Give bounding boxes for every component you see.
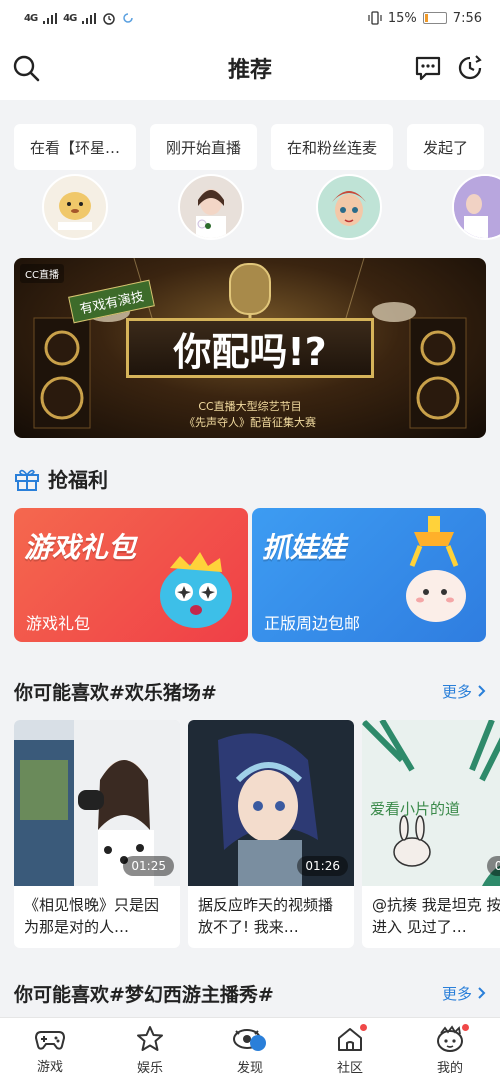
- signal-indicator-2: 4G: [63, 12, 77, 24]
- signal-bars-icon: [82, 12, 97, 24]
- more-label: 更多: [441, 682, 472, 701]
- tab-entertainment-label: 娱乐: [136, 1061, 163, 1076]
- chip-watching[interactable]: 在看【环星…: [14, 124, 137, 170]
- avatar-row: [0, 172, 500, 242]
- video-card[interactable]: 爱看小片的道 01: @抗揍 我是坦克 按F进入 见过了…: [362, 720, 500, 948]
- live-status-chips: 在看【环星… 刚开始直播 在和粉丝连麦 发起了: [14, 124, 500, 172]
- gamepad-icon: [35, 1031, 65, 1050]
- vibrate-icon: [368, 11, 382, 25]
- banner-headline: 你配吗!?: [126, 318, 374, 378]
- tab-discover-label: 发现: [236, 1061, 263, 1076]
- alarm-icon: [103, 13, 116, 25]
- app-header: 推荐: [0, 36, 500, 100]
- chevron-right-icon: [478, 685, 486, 697]
- history-button[interactable]: [454, 52, 486, 84]
- status-left: 4G 4G: [24, 11, 134, 25]
- video-card[interactable]: 01:25 《相见恨晚》只是因为那是对的人…: [14, 720, 180, 948]
- video-list-row-1: 01:25 《相见恨晚》只是因为那是对的人… 01:26 据反应昨天的视频播放不…: [14, 720, 500, 948]
- search-icon: [13, 55, 40, 82]
- recommend-row-1-header: 你可能喜欢#欢乐猪场# 更多: [14, 676, 486, 706]
- video-duration: 01:25: [123, 856, 174, 876]
- chip-initiated[interactable]: 发起了: [407, 124, 485, 170]
- tab-game-label: 游戏: [36, 1060, 63, 1075]
- video-caption: 据反应昨天的视频播放不了! 我来…: [198, 896, 334, 936]
- claw-machine-card-title: 抓娃娃: [262, 531, 347, 564]
- battery-level: [424, 14, 429, 22]
- banner-logo: CC直播: [20, 264, 64, 283]
- status-bar: 4G 4G 15% 7:56: [0, 0, 500, 36]
- gift-icon: [15, 469, 39, 491]
- message-icon: [415, 56, 441, 81]
- promo-banner[interactable]: CC直播 有戏有演技 你配吗!? CC直播大型综艺节目 《先声夺人》配音征集大赛: [14, 258, 486, 438]
- recommend-row-2-header: 你可能喜欢#梦幻西游主播秀# 更多: [14, 978, 486, 1008]
- status-right: 15% 7:56: [368, 11, 482, 26]
- recommend-row-1-title: 你可能喜欢#欢乐猪场#: [14, 681, 217, 704]
- tab-community[interactable]: 社区: [300, 1018, 400, 1083]
- claw-machine-card[interactable]: 抓娃娃 正版周边包邮: [252, 508, 486, 642]
- mascot-icon: [160, 552, 232, 628]
- tab-discover[interactable]: 发现: [200, 1018, 300, 1083]
- chip-linking-fans[interactable]: 在和粉丝连麦: [271, 124, 394, 170]
- bride-avatar-icon: [196, 189, 226, 238]
- avatar[interactable]: [452, 174, 500, 240]
- more-label: 更多: [441, 984, 472, 1003]
- thumbnail-overlay-text: 爱看小片的道: [370, 800, 461, 818]
- game-gift-card[interactable]: 游戏礼包 游戏礼包: [14, 508, 248, 642]
- dog-avatar-icon: [58, 192, 92, 230]
- history-clock-icon: [458, 55, 482, 80]
- notification-badge: [462, 1024, 469, 1031]
- banner-subtitle-1: CC直播大型综艺节目: [198, 400, 302, 413]
- chevron-right-icon: [478, 987, 486, 999]
- bottom-tab-bar: 游戏 娱乐 发现 社区 我的: [0, 1017, 500, 1083]
- mascot-icon: [437, 1025, 463, 1052]
- notification-badge: [360, 1024, 367, 1031]
- message-button[interactable]: [412, 52, 444, 84]
- battery-percent: 15%: [387, 10, 417, 26]
- tab-entertainment[interactable]: 娱乐: [100, 1018, 200, 1083]
- welfare-section-title: 抢福利: [14, 464, 108, 493]
- recommend-row-2-title: 你可能喜欢#梦幻西游主播秀#: [14, 983, 274, 1006]
- game-character-avatar-icon: [332, 191, 366, 226]
- welfare-title-text: 抢福利: [48, 468, 108, 492]
- banner-subtitle-2: 《先声夺人》配音征集大赛: [184, 416, 316, 429]
- eye-icon: [233, 1029, 266, 1051]
- star-icon: [137, 1026, 163, 1051]
- signal-indicator-1: 4G: [24, 12, 38, 24]
- avatar-photo-icon: [454, 176, 500, 238]
- claw-machine-card-subtitle: 正版周边包邮: [264, 614, 361, 633]
- more-link[interactable]: 更多: [442, 681, 486, 702]
- claw-icon: [406, 516, 466, 622]
- avatar[interactable]: [42, 174, 108, 240]
- chip-just-started[interactable]: 刚开始直播: [150, 124, 258, 170]
- game-gift-card-subtitle: 游戏礼包: [26, 614, 91, 633]
- video-card[interactable]: 01:26 据反应昨天的视频播放不了! 我来…: [188, 720, 354, 948]
- avatar[interactable]: [178, 174, 244, 240]
- tab-game[interactable]: 游戏: [0, 1018, 100, 1083]
- battery-icon: [422, 12, 447, 24]
- tab-community-label: 社区: [336, 1061, 363, 1076]
- avatar[interactable]: [316, 174, 382, 240]
- sync-icon: [123, 13, 134, 23]
- more-link[interactable]: 更多: [442, 983, 486, 1004]
- clock: 7:56: [452, 10, 482, 26]
- tab-mine[interactable]: 我的: [400, 1018, 500, 1083]
- video-caption: 《相见恨晚》只是因为那是对的人…: [24, 896, 160, 936]
- tab-mine-label: 我的: [436, 1061, 463, 1076]
- video-duration: 01:26: [297, 856, 348, 876]
- page-title: 推荐: [227, 58, 272, 83]
- signal-bars-icon: [43, 12, 58, 24]
- game-gift-card-title: 游戏礼包: [24, 531, 137, 564]
- search-button[interactable]: [10, 52, 42, 84]
- video-caption: @抗揍 我是坦克 按F进入 见过了…: [372, 896, 500, 936]
